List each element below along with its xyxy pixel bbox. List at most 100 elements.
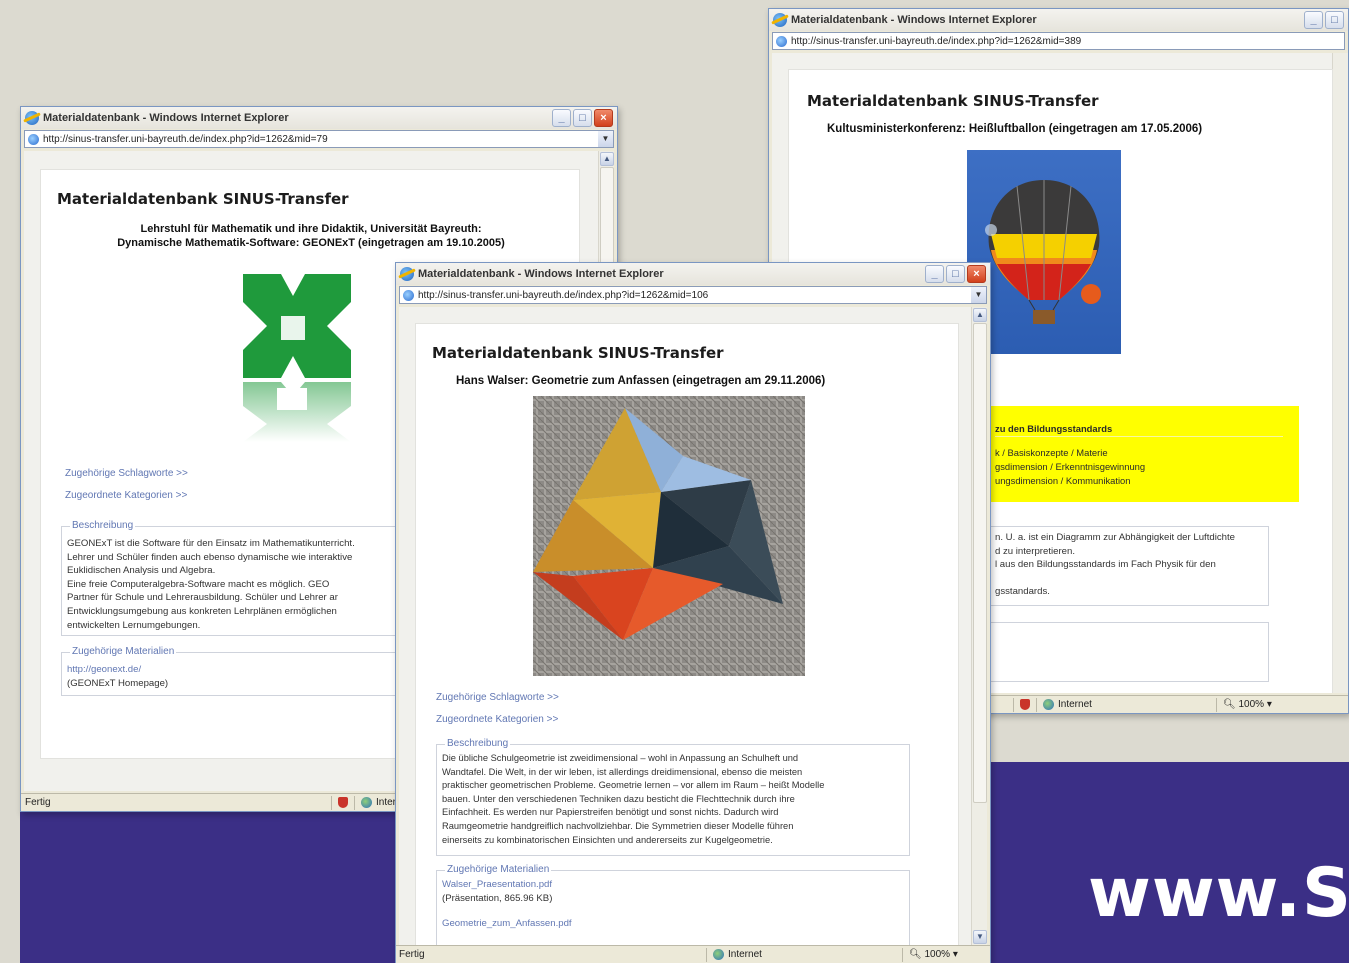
- description-line: bauen. Unter den verschiedenen Techniken…: [442, 793, 795, 804]
- materials-legend: Zugehörige Materialien: [70, 646, 177, 657]
- ie-logo-icon: [400, 267, 414, 281]
- zoom-control[interactable]: 🔍︎ 100% ▾: [902, 947, 964, 962]
- materials-section: Zugehörige Materialien Walser_Praesentat…: [436, 864, 910, 945]
- vertical-scrollbar[interactable]: ▲ ▼: [971, 307, 987, 945]
- description-line: Raumgeometrie handgreiflich nachvollzieh…: [442, 820, 794, 831]
- window-title: Materialdatenbank - Windows Internet Exp…: [791, 14, 1037, 26]
- scroll-up-icon[interactable]: ▲: [600, 152, 614, 166]
- address-bar[interactable]: http://sinus-transfer.uni-bayreuth.de/in…: [24, 130, 614, 148]
- security-zone: [1013, 697, 1036, 712]
- description-line: d zu interpretieren.: [995, 545, 1075, 557]
- title-bar[interactable]: Materialdatenbank - Windows Internet Exp…: [769, 9, 1348, 31]
- description-line: n. U. a. ist ein Diagramm zur Abhängigke…: [995, 532, 1235, 543]
- materials-section: [989, 622, 1269, 682]
- description-line: Einfachheit. Es werden nur Papierstreife…: [442, 807, 779, 818]
- vertical-scrollbar[interactable]: [1332, 53, 1348, 693]
- page-content: Materialdatenbank SINUS-Transfer Hans Wa…: [415, 323, 959, 945]
- ie-logo-icon: [25, 111, 39, 125]
- description-line: l aus den Bildungsstandards im Fach Phys…: [995, 559, 1216, 571]
- minimize-button[interactable]: _: [1304, 11, 1323, 29]
- standards-divider: [995, 436, 1283, 437]
- zone-cell: Internet: [1036, 697, 1216, 712]
- ie-logo-icon: [773, 13, 787, 27]
- address-bar[interactable]: http://sinus-transfer.uni-bayreuth.de/in…: [772, 32, 1345, 50]
- material-size: (Präsentation, 865.96 KB): [442, 892, 553, 904]
- polyhedron-photo: [533, 396, 805, 676]
- status-text: Fertig: [399, 949, 425, 960]
- standards-line[interactable]: gsdimension / Erkenntnisgewinnung: [995, 460, 1145, 474]
- minimize-button[interactable]: _: [552, 109, 571, 127]
- browser-window-geometrie[interactable]: Materialdatenbank - Windows Internet Exp…: [395, 262, 991, 963]
- description-section: Beschreibung Die übliche Schulgeometrie …: [436, 738, 910, 856]
- zoom-level[interactable]: 100%: [1238, 699, 1264, 710]
- zoom-control[interactable]: 🔍︎ 100% ▾: [1216, 697, 1278, 712]
- title-bar[interactable]: Materialdatenbank - Windows Internet Exp…: [396, 263, 990, 285]
- site-title: Materialdatenbank SINUS-Transfer: [432, 344, 724, 362]
- address-text[interactable]: http://sinus-transfer.uni-bayreuth.de/in…: [43, 134, 598, 145]
- shield-icon: [1020, 699, 1030, 710]
- zone-label: Internet: [728, 949, 762, 960]
- description-line: Die übliche Schulgeometrie ist zweidimen…: [442, 753, 799, 763]
- address-dropdown-icon[interactable]: ▼: [598, 131, 613, 147]
- entry-heading: Kultusministerkonferenz: Heißluftballon …: [827, 123, 1203, 135]
- material-link[interactable]: Geometrie_zum_Anfassen.pdf: [442, 917, 905, 931]
- description-line: Wandtafel. Die Welt, in der wir leben, i…: [442, 766, 803, 777]
- link-keywords[interactable]: Zugehörige Schlagworte >>: [436, 692, 559, 703]
- maximize-button[interactable]: □: [946, 265, 965, 283]
- footer-band-edge: [0, 762, 20, 963]
- link-keywords[interactable]: Zugehörige Schlagworte >>: [65, 468, 188, 479]
- materials-legend: Zugehörige Materialien: [445, 864, 552, 875]
- scroll-thumb[interactable]: [973, 323, 987, 803]
- site-title: Materialdatenbank SINUS-Transfer: [57, 190, 349, 208]
- close-button[interactable]: ×: [967, 265, 986, 283]
- status-text: Fertig: [25, 797, 51, 808]
- materials-text: Walser_Praesentation.pdf (Präsentation, …: [442, 878, 905, 931]
- title-bar[interactable]: Materialdatenbank - Windows Internet Exp…: [21, 107, 617, 129]
- description-text: Die übliche Schulgeometrie ist zweidimen…: [442, 752, 905, 847]
- geonext-logo-icon: [243, 274, 351, 442]
- material-link[interactable]: Walser_Praesentation.pdf: [442, 878, 905, 892]
- scroll-down-icon[interactable]: ▼: [973, 930, 987, 944]
- page-icon: [403, 289, 414, 301]
- entry-heading-line2: Dynamische Mathematik-Software: GEONExT …: [117, 237, 505, 249]
- description-line: einerseits zu kombinatorischen Einsichte…: [442, 834, 773, 845]
- link-categories[interactable]: Zugeordnete Kategorien >>: [65, 490, 187, 501]
- minimize-button[interactable]: _: [925, 265, 944, 283]
- description-legend: Beschreibung: [70, 520, 136, 531]
- description-legend: Beschreibung: [445, 738, 511, 749]
- description-text: n. U. a. ist ein Diagramm zur Abhängigke…: [995, 531, 1264, 599]
- globe-icon: [1043, 699, 1054, 710]
- address-text[interactable]: http://sinus-transfer.uni-bayreuth.de/in…: [418, 290, 971, 301]
- status-bar: Fertig Internet 🔍︎ 100% ▾: [396, 945, 990, 963]
- standards-line[interactable]: k / Basiskonzepte / Materie: [995, 446, 1108, 460]
- window-title: Materialdatenbank - Windows Internet Exp…: [43, 112, 289, 124]
- address-text[interactable]: http://sinus-transfer.uni-bayreuth.de/in…: [791, 36, 1344, 47]
- address-bar[interactable]: http://sinus-transfer.uni-bayreuth.de/in…: [399, 286, 987, 304]
- brand-url-text: www.S: [1088, 854, 1349, 933]
- standards-title: zu den Bildungsstandards: [995, 423, 1113, 434]
- description-line: praktischer geometrischen Probleme. Geom…: [442, 780, 825, 791]
- site-title: Materialdatenbank SINUS-Transfer: [807, 92, 1099, 110]
- maximize-button[interactable]: □: [1325, 11, 1344, 29]
- shield-icon: [338, 797, 348, 808]
- description-section: n. U. a. ist ein Diagramm zur Abhängigke…: [989, 526, 1269, 606]
- page-icon: [776, 35, 787, 47]
- link-categories[interactable]: Zugeordnete Kategorien >>: [436, 714, 558, 725]
- zoom-level[interactable]: 100%: [924, 949, 950, 960]
- standards-line[interactable]: ungsdimension / Kommunikation: [995, 474, 1131, 488]
- zone-cell: Internet: [706, 947, 902, 962]
- security-zone: [331, 795, 354, 810]
- scroll-up-icon[interactable]: ▲: [973, 308, 987, 322]
- description-line: [995, 572, 1264, 586]
- close-button[interactable]: ×: [594, 109, 613, 127]
- window-title: Materialdatenbank - Windows Internet Exp…: [418, 268, 664, 280]
- description-line: gsstandards.: [995, 586, 1050, 598]
- entry-heading: Hans Walser: Geometrie zum Anfassen (ein…: [456, 375, 826, 387]
- globe-icon: [713, 949, 724, 960]
- entry-heading-line1: Lehrstuhl für Mathematik und ihre Didakt…: [140, 223, 482, 235]
- page-icon: [28, 133, 39, 145]
- maximize-button[interactable]: □: [573, 109, 592, 127]
- status-blank: [261, 796, 331, 810]
- address-dropdown-icon[interactable]: ▼: [971, 287, 986, 303]
